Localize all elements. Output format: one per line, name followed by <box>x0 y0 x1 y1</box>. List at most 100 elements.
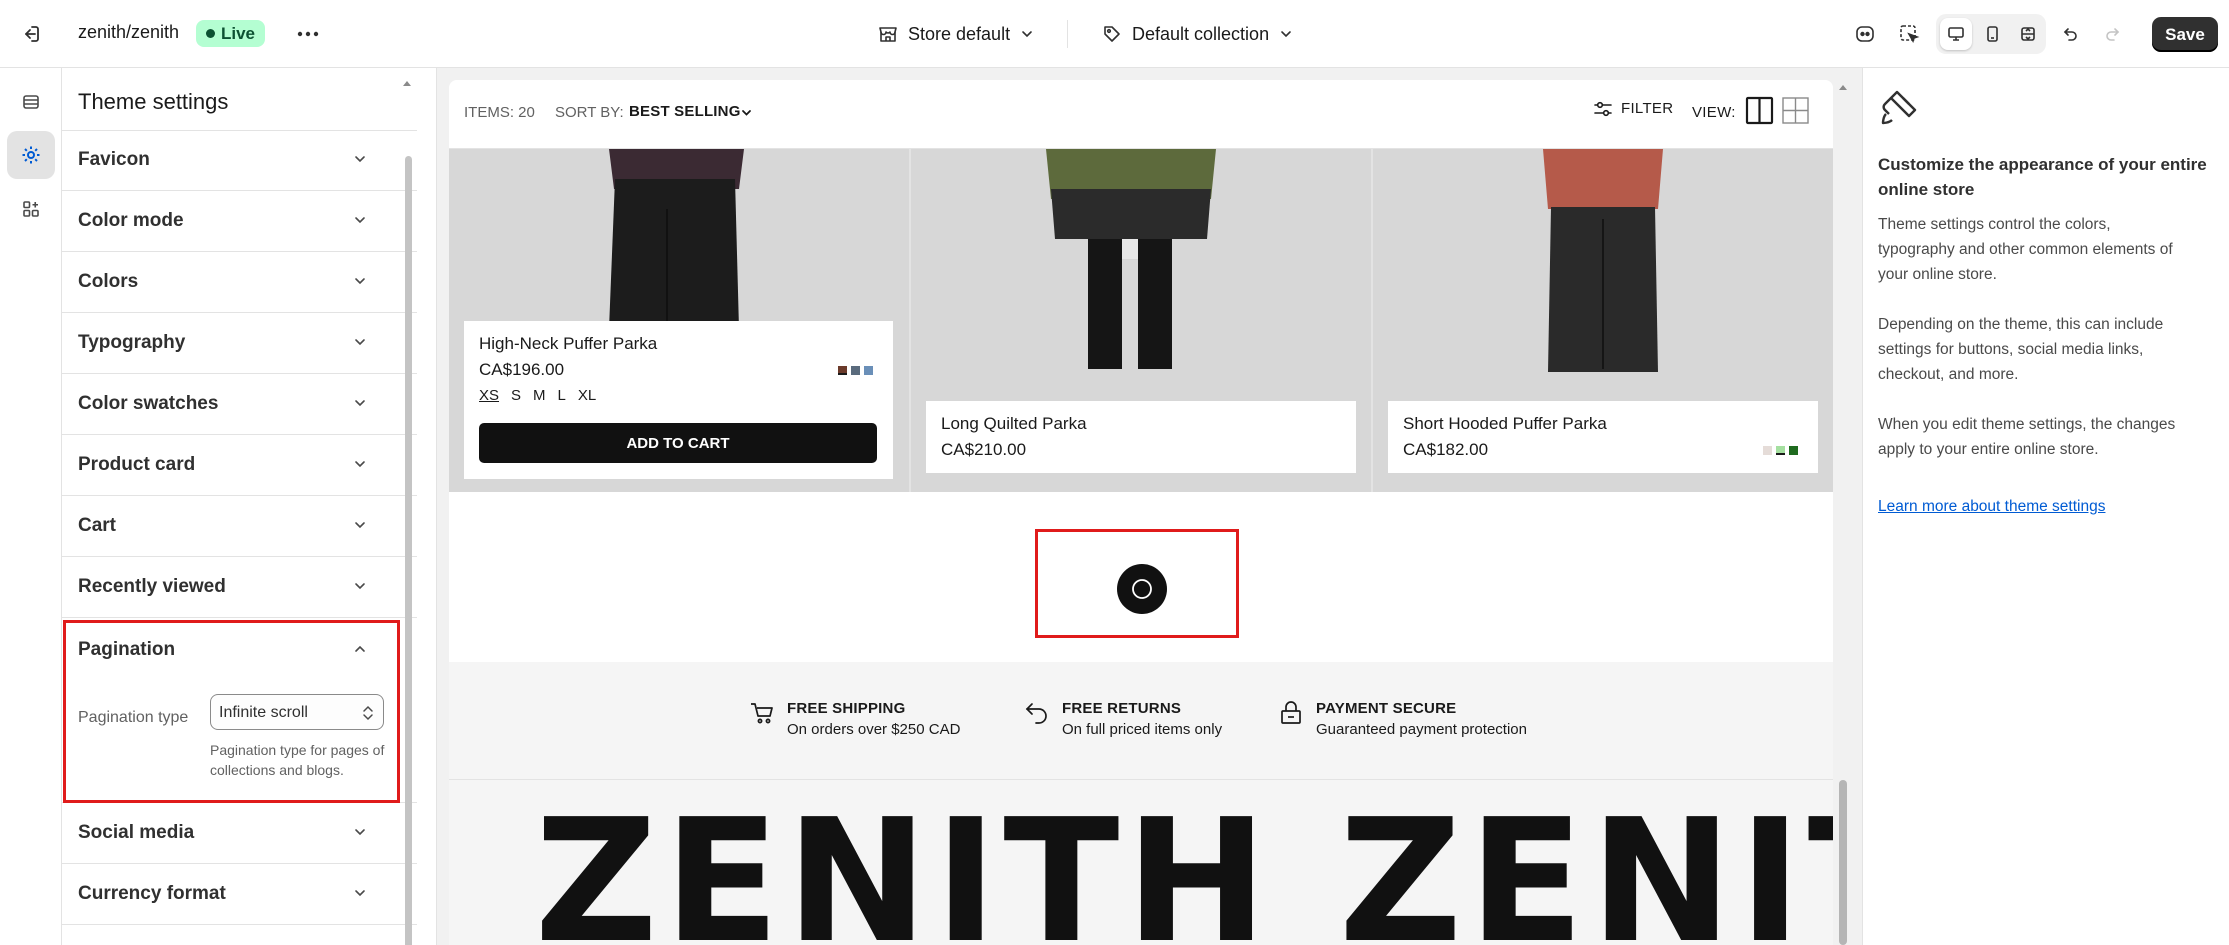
loading-spinner <box>1117 564 1167 614</box>
section-cart[interactable]: Cart <box>62 496 417 557</box>
chevron-down-icon <box>741 107 752 118</box>
section-colors[interactable]: Colors <box>62 252 417 313</box>
section-favicon[interactable]: Favicon <box>62 130 417 191</box>
section-label: Recently viewed <box>78 576 226 597</box>
section-color-mode[interactable]: Color mode <box>62 191 417 252</box>
panel-title: Theme settings <box>78 89 229 114</box>
exit-button[interactable] <box>16 20 46 48</box>
chevron-down-icon <box>1020 27 1034 41</box>
store-name: zenith/zenith <box>78 22 180 42</box>
inspector-button[interactable] <box>1894 20 1924 48</box>
learn-more-link[interactable]: Learn more about theme settings <box>1878 498 2105 516</box>
product-info: Long Quilted Parka CA$210.00 <box>926 401 1356 473</box>
collection-select[interactable]: Default collection <box>1102 18 1293 50</box>
store-select[interactable]: Store default <box>878 18 1034 50</box>
section-label: Cart <box>78 515 117 536</box>
section-label: Favicon <box>78 149 150 170</box>
theme-settings-panel: Theme settings Favicon Color mode Colors… <box>62 68 437 945</box>
fullscreen-view-button[interactable] <box>2012 18 2044 50</box>
sections-icon <box>21 92 41 112</box>
help-paragraph: Theme settings control the colors, typog… <box>1878 216 2173 283</box>
marquee-text: H ZENITH ZENITH <box>449 783 1833 945</box>
scrollbar-thumb[interactable] <box>405 156 412 945</box>
section-product-card[interactable]: Product card <box>62 435 417 496</box>
help-paragraph: Depending on the theme, this can include… <box>1878 316 2164 383</box>
swatch[interactable] <box>864 366 873 375</box>
feature-subtitle: On full priced items only <box>1062 721 1223 738</box>
device-toggle-group <box>1936 14 2046 54</box>
size-option[interactable]: XS <box>479 387 499 404</box>
redo-icon <box>2103 25 2121 43</box>
product-name[interactable]: Long Quilted Parka <box>941 414 1087 434</box>
collection-toolbar: ITEMS: 20 SORT BY: BEST SELLING FILTER V… <box>449 80 1833 149</box>
product-name[interactable]: High-Neck Puffer Parka <box>479 334 657 354</box>
desktop-view-button[interactable] <box>1940 18 1972 50</box>
store-preview: ITEMS: 20 SORT BY: BEST SELLING FILTER V… <box>437 68 1862 945</box>
product-card[interactable]: Long Quilted Parka CA$210.00 <box>911 149 1371 492</box>
section-color-swatches[interactable]: Color swatches <box>62 374 417 435</box>
section-social-media[interactable]: Social media <box>62 803 417 864</box>
preview-page: ITEMS: 20 SORT BY: BEST SELLING FILTER V… <box>449 80 1833 945</box>
save-button[interactable]: Save <box>2152 17 2218 52</box>
chevron-down-icon <box>353 213 367 227</box>
preview-scrollbar-thumb[interactable] <box>1839 780 1847 945</box>
ai-sparkle-icon <box>1854 23 1876 45</box>
more-actions-button[interactable] <box>292 20 324 48</box>
swatch[interactable] <box>1776 446 1785 455</box>
highlight-box <box>63 620 400 803</box>
mobile-view-button[interactable] <box>1976 18 2008 50</box>
mobile-icon <box>1983 25 2001 43</box>
undo-button[interactable] <box>2057 20 2085 48</box>
size-option[interactable]: M <box>533 387 546 404</box>
scroll-up-arrow-icon[interactable] <box>1838 82 1848 92</box>
paint-brush-icon <box>1877 86 1921 130</box>
gear-icon <box>20 144 42 166</box>
size-option[interactable]: L <box>558 387 566 404</box>
theme-settings-rail-button[interactable] <box>7 131 55 179</box>
chevron-down-icon <box>1279 27 1293 41</box>
product-card[interactable]: High-Neck Puffer Parka CA$196.00 XS S M … <box>449 149 909 492</box>
size-option[interactable]: S <box>511 387 521 404</box>
swatch[interactable] <box>838 366 847 375</box>
size-option[interactable]: XL <box>578 387 596 404</box>
apps-rail-button[interactable] <box>7 185 55 233</box>
desktop-icon <box>1947 25 1965 43</box>
product-card[interactable]: Short Hooded Puffer Parka CA$182.00 <box>1373 149 1833 492</box>
sections-rail-button[interactable] <box>7 78 55 126</box>
section-currency-format[interactable]: Currency format <box>62 864 417 925</box>
section-label: Product card <box>78 454 196 475</box>
store-select-label: Store default <box>908 23 1011 44</box>
filter-button[interactable]: FILTER <box>1593 100 1673 117</box>
more-icon <box>297 31 319 37</box>
section-label: Color mode <box>78 210 184 231</box>
sort-select[interactable]: BEST SELLING <box>629 103 741 120</box>
section-typography[interactable]: Typography <box>62 313 417 374</box>
swatch[interactable] <box>1789 446 1798 455</box>
swatch[interactable] <box>851 366 860 375</box>
color-swatches <box>838 366 873 375</box>
left-rail <box>0 68 62 945</box>
product-price: CA$196.00 <box>479 360 565 379</box>
live-status-badge: Live <box>196 20 266 47</box>
view-label: VIEW: <box>1692 104 1736 121</box>
add-to-cart-button[interactable]: ADD TO CART <box>479 423 877 463</box>
spinner-icon <box>1130 577 1154 601</box>
product-info: High-Neck Puffer Parka CA$196.00 XS S M … <box>464 321 893 479</box>
product-name[interactable]: Short Hooded Puffer Parka <box>1403 414 1607 434</box>
cart-icon <box>749 700 775 738</box>
four-column-view-icon[interactable] <box>1781 96 1810 125</box>
fullscreen-icon <box>2019 25 2037 43</box>
filter-icon <box>1593 101 1613 117</box>
redo-button[interactable] <box>2098 20 2126 48</box>
brand-marquee: H ZENITH ZENITH <box>449 780 1833 945</box>
lock-icon <box>1278 700 1304 738</box>
feature-item: PAYMENT SECURE Guaranteed payment protec… <box>1278 700 1527 738</box>
return-icon <box>1024 700 1050 738</box>
ai-button[interactable] <box>1850 20 1880 48</box>
two-column-view-icon[interactable] <box>1745 96 1774 125</box>
section-recently-viewed[interactable]: Recently viewed <box>62 557 417 618</box>
feature-item: FREE SHIPPING On orders over $250 CAD <box>749 700 960 738</box>
swatch[interactable] <box>1763 446 1772 455</box>
section-label: Currency format <box>78 883 226 904</box>
toolbar-divider <box>1067 20 1068 48</box>
